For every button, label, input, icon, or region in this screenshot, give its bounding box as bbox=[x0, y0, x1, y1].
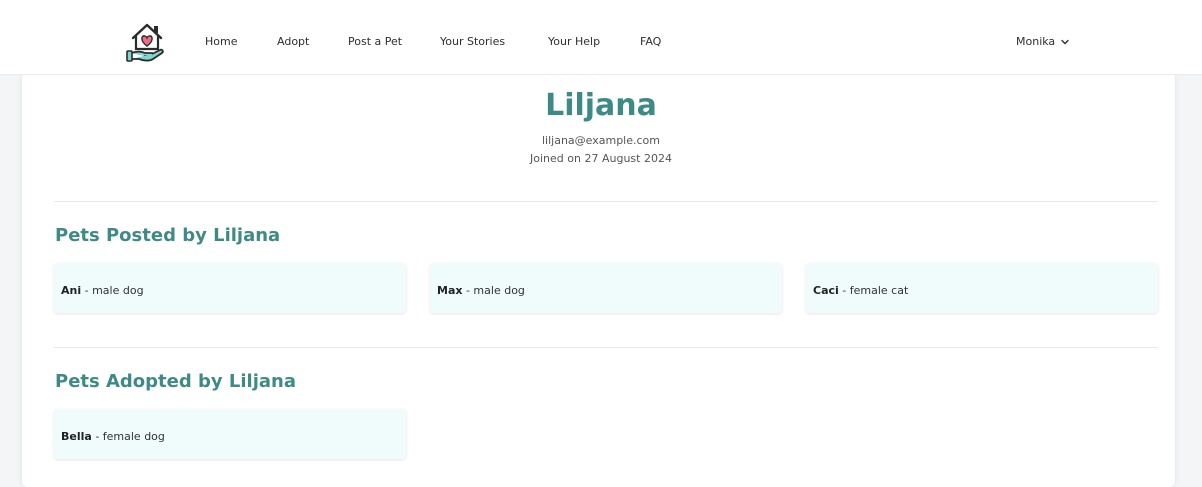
pet-description: - male dog bbox=[84, 284, 144, 297]
adopted-pet-card[interactable]: Bella - female dog bbox=[54, 409, 406, 459]
nav-link-adopt[interactable]: Adopt bbox=[277, 35, 309, 49]
pet-name: Ani bbox=[61, 284, 82, 297]
nav-link-faq[interactable]: FAQ bbox=[640, 35, 661, 49]
profile-email: liljana@example.com bbox=[541, 134, 660, 147]
navbar: Home Adopt Post a Pet Your Stories Your … bbox=[0, 0, 1202, 75]
nav-link-home[interactable]: Home bbox=[205, 35, 237, 49]
profile-joined-date: Joined on 27 August 2024 bbox=[530, 152, 672, 165]
pet-name: Caci bbox=[813, 284, 839, 297]
divider bbox=[54, 347, 1158, 348]
profile-name: Liljana bbox=[545, 88, 657, 123]
posted-pet-card[interactable]: Max - male dog bbox=[430, 263, 782, 313]
nav-link-your-help[interactable]: Your Help bbox=[548, 35, 600, 49]
pet-name: Bella bbox=[61, 430, 92, 443]
posted-pet-card[interactable]: Ani - male dog bbox=[54, 263, 406, 313]
user-menu-label: Monika bbox=[1016, 35, 1056, 48]
pet-description: - female cat bbox=[842, 284, 909, 297]
posted-pet-card[interactable]: Caci - female cat bbox=[806, 263, 1158, 313]
user-menu-button[interactable]: Monika bbox=[1016, 35, 1069, 50]
pet-description: - male dog bbox=[465, 284, 525, 297]
nav-link-post-a-pet[interactable]: Post a Pet bbox=[348, 35, 402, 49]
divider bbox=[54, 201, 1158, 202]
nav-link-your-stories[interactable]: Your Stories bbox=[440, 35, 505, 49]
pet-name: Max bbox=[437, 284, 463, 297]
chevron-down-icon bbox=[1061, 36, 1069, 50]
pet-description: - female dog bbox=[95, 430, 165, 443]
pets-adopted-title: Pets Adopted by Liljana bbox=[55, 371, 296, 392]
pets-posted-title: Pets Posted by Liljana bbox=[55, 225, 281, 246]
